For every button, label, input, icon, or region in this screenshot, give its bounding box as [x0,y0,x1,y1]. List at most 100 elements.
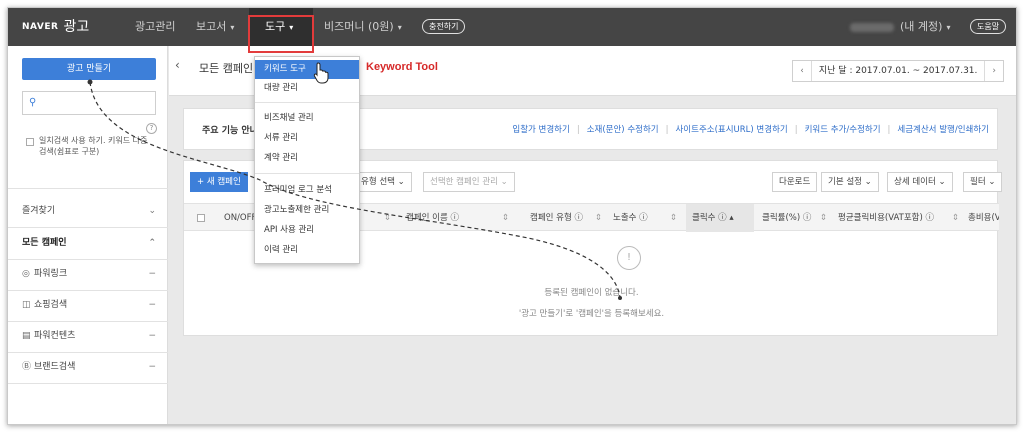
filter-dropdown[interactable]: 필터 ⌄ [963,172,1003,192]
download-button[interactable]: 다운로드 [772,172,818,192]
chevron-down-icon: ▾ [230,23,235,32]
chat-icon: ▤ [22,331,31,341]
date-next-button[interactable]: › [984,61,1003,81]
menu-item-contracts[interactable]: 계약 관리 [255,149,359,168]
menu-item-api-usage[interactable]: API 사용 관리 [255,221,359,240]
chevron-down-icon: ⌄ [148,206,156,216]
sidebar-item-label: 즐겨찾기 [22,206,56,216]
globe-icon: ◎ [22,269,30,279]
date-prev-button[interactable]: ‹ [793,61,812,81]
sidebar-item-powercontents[interactable]: ▤ 파워컨텐츠 − [8,321,168,351]
menu-item-history[interactable]: 이력 관리 [255,241,359,260]
search-icon: ⚲ [29,97,37,108]
back-arrow-icon[interactable]: ‹ [175,58,180,72]
sort-icon[interactable]: ⇕ [820,204,830,232]
nav-reports[interactable]: 보고서 ▾ [184,8,246,46]
select-all-checkbox[interactable] [197,214,205,222]
browser-frame: NAVER 광고 광고관리 보고서 ▾ 도구 ▾ 비즈머니 (0원) ▾ 충전하기 (내… [7,7,1017,425]
date-range-picker[interactable]: ‹ 지난 달 : 2017.07.01. ~ 2017.07.31. › [792,60,1004,82]
column-total-cost[interactable]: 총비용(VAT포 [966,204,999,232]
menu-item-documents[interactable]: 서류 관리 [255,129,359,148]
help-button[interactable]: 도움말 [970,19,1007,34]
column-avg-cpc[interactable]: 평균클릭비용(VAT포함) ⓘ [834,204,954,232]
charge-button[interactable]: 충전하기 [422,19,466,34]
help-icon[interactable]: ? [146,123,157,134]
feature-links: 입찰가 변경하기 | 소재(문안) 수정하기 | 사이트주소(표시URL) 변경하기 | 키… [512,123,989,135]
account-label: (내 계정) [900,20,943,33]
menu-item-premium-log-analysis[interactable]: 프리미엄 로그 분석 [255,181,359,200]
logo-brand: NAVER [22,22,59,32]
sidebar-divider [8,188,168,189]
column-label: 클릭수 ⓘ [692,213,727,223]
column-clicks[interactable]: 클릭수 ⓘ ▴ [686,204,754,232]
link-edit-ad-copy[interactable]: 소재(문안) 수정하기 [587,125,659,135]
link-separator: | [794,125,798,135]
type-select-dropdown[interactable]: 유형 선택 ⌄ [354,172,412,192]
sidebar-item-shopping[interactable]: ◫ 쇼핑검색 − [8,290,168,320]
sidebar-item-label: 파워링크 [34,269,68,279]
chevron-down-icon: ▾ [946,23,951,32]
top-navigation-bar: NAVER 광고 광고관리 보고서 ▾ 도구 ▾ 비즈머니 (0원) ▾ 충전하기 (내… [8,8,1016,46]
sidebar-item-brand-search[interactable]: Ⓑ 브랜드검색 − [8,352,168,382]
link-tax-invoice[interactable]: 세금계산서 발행/인쇄하기 [897,125,989,135]
chevron-up-icon: ⌃ [148,238,156,248]
collapse-icon: − [148,300,156,310]
column-campaign-type[interactable]: 캠페인 유형 ⓘ [526,204,606,232]
sort-icon[interactable]: ⇕ [952,204,962,232]
sort-icon[interactable]: ⇕ [384,204,394,232]
page-title: 모든 캠페인 [199,62,254,75]
sort-icon[interactable]: ⇕ [502,204,516,232]
link-change-display-url[interactable]: 사이트주소(표시URL) 변경하기 [675,125,787,135]
shopping-bag-icon: ◫ [22,300,31,310]
nav-ad-management[interactable]: 광고관리 [126,8,180,46]
sidebar-item-all-campaigns[interactable]: 모든 캠페인 ⌃ [8,228,168,258]
sidebar-item-label: 브랜드검색 [34,362,76,372]
naver-ad-logo[interactable]: NAVER 광고 [22,8,89,46]
create-ad-button[interactable]: 광고 만들기 [22,58,156,80]
sidebar: 광고 만들기 ⚲ ? 일치검색 사용 하기. 키워드 다중검색(쉼표로 구분) … [8,46,168,424]
sidebar-item-label: 모든 캠페인 [22,238,67,248]
account-name-redacted [850,22,894,32]
nav-label: 보고서 [196,20,227,33]
menu-item-ad-exposure-limits[interactable]: 광고노출제한 관리 [255,201,359,220]
nav-label: 광고관리 [135,20,176,33]
keyword-tool-callout: Keyword Tool [366,61,438,73]
account-menu[interactable]: (내 계정) ▾ [850,8,950,46]
empty-state-hint: '광고 만들기'로 '캠페인'을 등록해보세요. [518,309,665,319]
default-settings-dropdown[interactable]: 기본 설정 ⌄ [821,172,879,192]
sort-icon[interactable]: ⇕ [670,204,680,232]
nav-bizmoney[interactable]: 비즈머니 (0원) ▾ [318,8,414,46]
menu-item-business-channel[interactable]: 비즈채널 관리 [255,109,359,128]
collapse-icon: − [148,331,156,341]
new-campaign-button[interactable]: + 새 캠페인 [190,172,248,192]
brand-icon: Ⓑ [22,362,32,372]
link-add-keywords[interactable]: 키워드 추가/수정하기 [805,125,881,135]
column-impressions[interactable]: 노출수 ⓘ [609,204,669,232]
detail-data-dropdown[interactable]: 상세 데이터 ⌄ [887,172,953,192]
nav-label: 비즈머니 (0원) [324,20,394,33]
menu-item-keyword-tool[interactable]: 키워드 도구 [255,60,359,79]
link-change-bid[interactable]: 입찰가 변경하기 [512,125,569,135]
collapse-icon: − [148,269,156,279]
exact-match-label: 일치검색 사용 하기. 키워드 다중검색(쉼표로 구분) [39,136,148,156]
menu-divider [255,173,359,174]
sort-icon[interactable]: ⇕ [595,204,605,232]
column-label: 캠페인 이름 ⓘ [406,213,460,223]
exact-match-checkbox[interactable] [26,138,34,146]
menu-item-bulk-management[interactable]: 대량 관리 [255,79,359,98]
column-ctr[interactable]: 클릭률(%) ⓘ [758,204,824,232]
manage-selected-dropdown[interactable]: 선택한 캠페인 관리 ⌄ [423,172,515,192]
sidebar-item-favorites[interactable]: 즐겨찾기 ⌄ [8,196,168,226]
campaign-search-input[interactable]: ⚲ [22,91,156,115]
sidebar-item-label: 쇼핑검색 [34,300,68,310]
empty-state-icon: ! [617,246,641,270]
collapse-icon: − [148,362,156,372]
logo-text: 광고 [63,19,90,35]
link-separator: | [576,125,580,135]
key-features-label: 주요 기능 안내 [202,126,258,136]
sidebar-item-powerlink[interactable]: ◎ 파워링크 − [8,259,168,289]
link-separator: | [665,125,669,135]
empty-state-message: 등록된 캠페인이 없습니다. [544,288,639,298]
help-area: 도움말 [970,8,1007,46]
date-range-label: 지난 달 : 2017.07.01. ~ 2017.07.31. [818,66,978,76]
